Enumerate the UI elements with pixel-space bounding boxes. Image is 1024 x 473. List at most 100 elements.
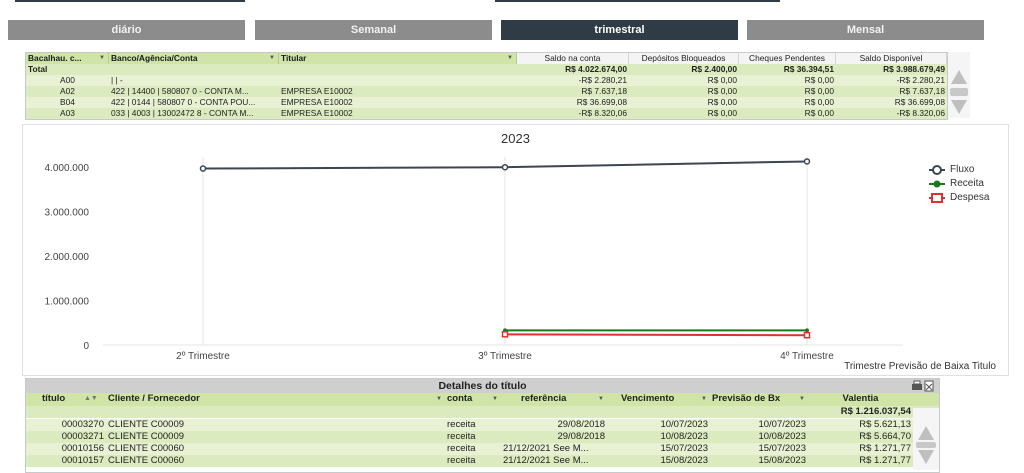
col-header-titular[interactable]: Titular ▼ <box>279 53 517 64</box>
row-code: B04 <box>60 97 75 107</box>
tab-mensal[interactable]: Mensal <box>747 20 984 40</box>
data-point-fluxo <box>199 165 207 172</box>
row-vencimento: 10/08/2023 <box>660 431 708 442</box>
table-row[interactable]: A00 | | - -R$ 2.280,21 R$ 0,00 R$ 0,00 -… <box>26 75 947 86</box>
legend-item-despesa[interactable]: Despesa <box>928 191 989 205</box>
table-row[interactable]: 00010156 CLIENTE C00060 receita 21/12/20… <box>26 443 939 455</box>
col-header-titulo[interactable]: título ▲▼ <box>26 393 106 405</box>
row-depositos: R$ 0,00 <box>707 75 737 85</box>
total-disponivel: R$ 3.988.679,49 <box>883 64 945 74</box>
details-toolbar <box>911 380 935 392</box>
dropdown-icon[interactable]: ▼ <box>799 393 805 405</box>
dropdown-icon[interactable]: ▼ <box>598 393 604 405</box>
row-titulo: 00003270 <box>61 419 104 430</box>
total-saldo: R$ 4.022.674,00 <box>565 64 627 74</box>
table-row[interactable]: 00003271 CLIENTE C00009 receita 29/08/20… <box>26 431 939 443</box>
data-point-fluxo <box>501 163 509 171</box>
col-header-disponivel[interactable]: Saldo Disponível <box>836 53 947 64</box>
scroll-thumb[interactable] <box>916 442 936 448</box>
total-cheques: R$ 36.394,51 <box>783 64 834 74</box>
x-tick-label: 2º Trimestre <box>176 351 230 362</box>
col-header-code-label: Bacalhau. c... <box>28 53 82 63</box>
scroll-down-icon[interactable] <box>918 450 934 464</box>
col-header-banco[interactable]: Banco/Agência/Conta ▼ <box>109 53 279 64</box>
row-previsao: 15/07/2023 <box>758 443 806 454</box>
row-cliente: CLIENTE C00009 <box>108 431 185 442</box>
col-header-previsao[interactable]: Previsão de Bx ▼ <box>710 393 808 405</box>
scroll-down-icon[interactable] <box>951 100 967 114</box>
col-header-vencimento-label: Vencimento <box>621 393 675 404</box>
x-axis-title: Trimestre Previsão de Baixa Titulo <box>844 361 996 372</box>
table-row[interactable]: 00010157 CLIENTE C00060 receita 21/12/20… <box>26 455 939 467</box>
col-header-cheques[interactable]: Cheques Pendentes <box>739 53 836 64</box>
col-header-vencimento[interactable]: Vencimento ▼ <box>607 393 710 405</box>
row-code: A00 <box>60 75 75 85</box>
col-header-titular-label: Titular <box>281 53 307 63</box>
print-export-icon[interactable] <box>911 380 935 392</box>
row-vencimento: 15/08/2023 <box>660 455 708 466</box>
data-point-receita <box>805 328 809 333</box>
dropdown-icon[interactable]: ▼ <box>269 53 275 64</box>
line-chart: 2023 0 1.000.000 2.000.000 3.000.000 4.000.0… <box>22 124 1009 376</box>
col-header-cliente-label: Cliente / Fornecedor <box>108 393 200 404</box>
table-row[interactable]: A02 422 | 14400 | 580807 0 - CONTA M... … <box>26 86 947 97</box>
row-valor: R$ 1.271,77 <box>859 443 911 454</box>
dropdown-icon[interactable]: ▼ <box>507 53 513 64</box>
col-header-conta-label: conta <box>447 393 473 404</box>
col-header-depositos[interactable]: Depósitos Bloqueados <box>629 53 739 64</box>
dropdown-icon[interactable]: ▼ <box>701 393 707 405</box>
chart-plot: 0 1.000.000 2.000.000 3.000.000 4.000.000 2º … <box>45 157 903 362</box>
row-valor: R$ 1.271,77 <box>859 455 911 466</box>
row-cheques: R$ 0,00 <box>804 97 834 107</box>
summary-scrollbar[interactable] <box>948 52 970 118</box>
row-conta: receita <box>447 419 476 430</box>
details-table: Detalhes do título título ▲▼ Cliente / Fo… <box>25 378 940 473</box>
row-code: A03 <box>60 108 75 118</box>
total-depositos: R$ 2.400,00 <box>691 64 737 74</box>
col-header-referencia-label: referência <box>521 393 567 404</box>
col-header-referencia[interactable]: referência ▼ <box>501 393 607 405</box>
y-tick-label: 0 <box>83 341 89 352</box>
legend-label-despesa: Despesa <box>950 192 990 203</box>
row-saldo: -R$ 2.280,21 <box>578 75 627 85</box>
dropdown-icon[interactable]: ▼ <box>436 393 442 405</box>
scroll-up-icon[interactable] <box>951 70 967 84</box>
row-disponivel: -R$ 8.320,06 <box>896 108 945 118</box>
row-referencia: 29/08/2018 <box>557 419 605 430</box>
row-saldo: R$ 7.637,18 <box>581 86 627 96</box>
top-line-right <box>495 0 780 2</box>
col-header-saldo[interactable]: Saldo na conta <box>517 53 629 64</box>
col-header-valentia[interactable]: Valentia <box>808 393 913 405</box>
row-titular: EMPRESA E10002 <box>281 108 353 118</box>
row-conta: receita <box>447 431 476 442</box>
top-line-left <box>15 0 245 2</box>
details-scrollbar[interactable] <box>913 408 939 470</box>
details-total-value: R$ 1.216.037,54 <box>840 406 911 417</box>
scroll-up-icon[interactable] <box>918 426 934 440</box>
table-row[interactable]: B04 422 | 0144 | 580807 0 - CONTA POU...… <box>26 97 947 108</box>
row-valor: R$ 5.621,13 <box>859 419 911 430</box>
row-titular: EMPRESA E10002 <box>281 97 353 107</box>
tab-diario[interactable]: diário <box>8 20 245 40</box>
col-header-conta[interactable]: conta ▼ <box>445 393 501 405</box>
table-row[interactable]: 00003270 CLIENTE C00009 receita 29/08/20… <box>26 419 939 431</box>
table-row[interactable]: A03 033 | 4003 | 13002472 8 - CONTA M...… <box>26 108 947 119</box>
col-header-cliente[interactable]: Cliente / Fornecedor ▼ <box>106 393 445 405</box>
chart-legend: Fluxo Receita Despesa <box>928 163 989 205</box>
row-conta: receita <box>447 443 476 454</box>
legend-item-fluxo[interactable]: Fluxo <box>928 163 989 177</box>
row-saldo: -R$ 8.320,06 <box>578 108 627 118</box>
scroll-thumb[interactable] <box>950 88 968 96</box>
col-header-code[interactable]: Bacalhau. c... ▼ <box>26 53 109 64</box>
row-referencia: 21/12/2021 See M... <box>503 455 589 466</box>
data-point-fluxo <box>803 158 811 165</box>
row-saldo: R$ 36.699,08 <box>576 97 627 107</box>
dropdown-icon[interactable]: ▼ <box>99 53 105 64</box>
row-vencimento: 10/07/2023 <box>660 419 708 430</box>
tab-semanal[interactable]: Semanal <box>255 20 492 40</box>
legend-item-receita[interactable]: Receita <box>928 177 989 191</box>
tab-trimestral[interactable]: trimestral <box>501 20 738 40</box>
row-vencimento: 15/07/2023 <box>660 443 708 454</box>
dropdown-icon[interactable]: ▼ <box>492 393 498 405</box>
sort-ascending-icon[interactable]: ▲▼ <box>84 393 98 405</box>
